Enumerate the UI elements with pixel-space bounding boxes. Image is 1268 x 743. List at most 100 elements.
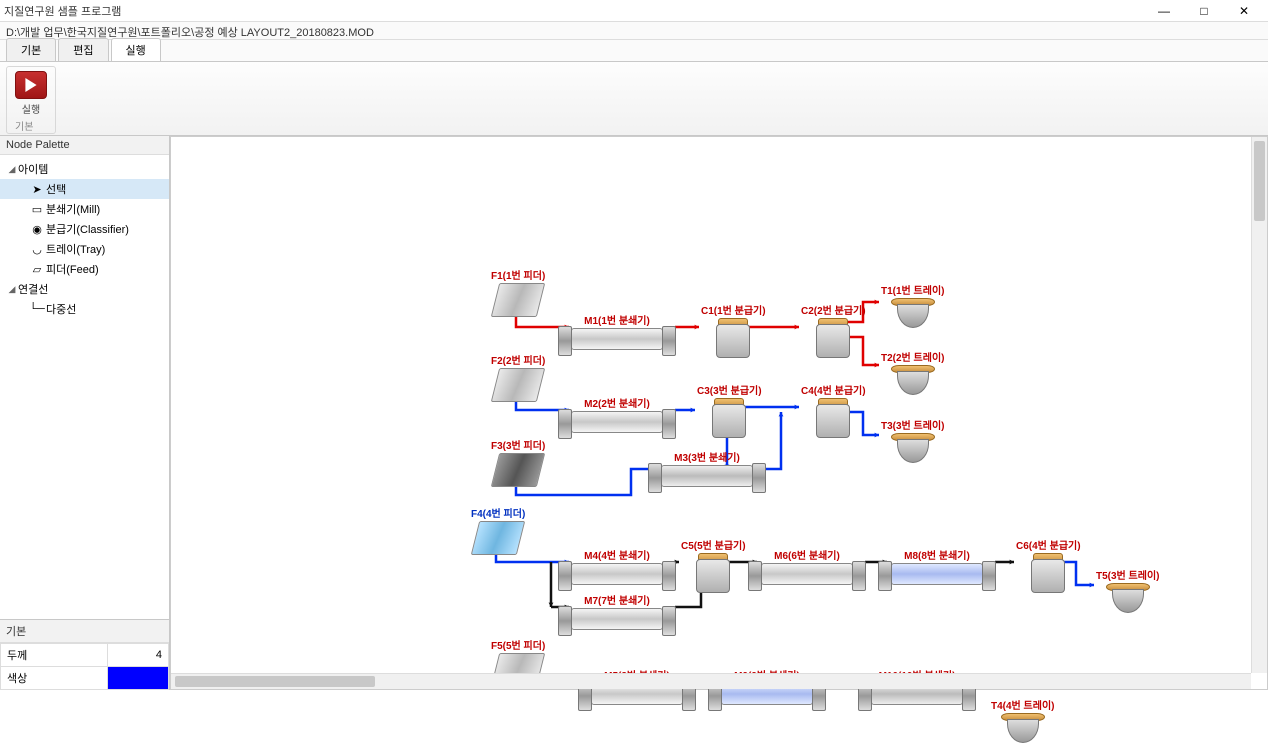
palette-item-선택[interactable]: ➤선택	[0, 179, 169, 199]
palette-item-피더(Feed)[interactable]: ▱피더(Feed)	[0, 259, 169, 279]
window-title: 지질연구원 샘플 프로그램	[4, 3, 1144, 19]
arrowhead-icon	[779, 412, 784, 416]
node-M2[interactable]: M2(2번 분쇄기)	[571, 395, 663, 433]
file-path-bar: D:\개발 업무\한국지질연구원\포트폴리오\공정 예상 LAYOUT2_201…	[0, 22, 1268, 40]
node-T1[interactable]: T1(1번 트레이)	[881, 282, 944, 328]
node-T2[interactable]: T2(2번 트레이)	[881, 349, 944, 395]
node-C1[interactable]: C1(1번 분급기)	[701, 302, 766, 358]
arrowhead-icon	[795, 405, 799, 410]
node-T3[interactable]: T3(3번 트레이)	[881, 417, 944, 463]
node-M1[interactable]: M1(1번 분쇄기)	[571, 312, 663, 350]
tree-group-아이템[interactable]: ◢아이템	[0, 159, 169, 179]
tab-기본[interactable]: 기본	[6, 38, 56, 61]
node-label: C1(1번 분급기)	[701, 302, 766, 317]
arrowhead-icon	[691, 408, 695, 413]
left-panel: Node Palette ◢아이템➤선택▭분쇄기(Mill)◉분급기(Class…	[0, 136, 170, 690]
arrowhead-icon	[875, 363, 879, 368]
node-label: F4(4번 피더)	[471, 505, 525, 520]
close-button[interactable]: ✕	[1224, 1, 1264, 21]
tray-icon	[891, 433, 935, 463]
node-label: M1(1번 분쇄기)	[584, 312, 650, 327]
tray-icon	[891, 298, 935, 328]
node-F2[interactable]: F2(2번 피더)	[491, 352, 545, 402]
mill-icon	[571, 608, 663, 630]
node-C6[interactable]: C6(4번 분급기)	[1016, 537, 1081, 593]
polyline-icon: └─	[28, 303, 46, 315]
expand-icon: ◢	[6, 284, 18, 295]
node-M3[interactable]: M3(3번 분쇄기)	[661, 449, 753, 487]
node-label: T4(4번 트레이)	[991, 697, 1054, 712]
scrollbar-thumb[interactable]	[1254, 141, 1265, 221]
node-label: M3(3번 분쇄기)	[674, 449, 740, 464]
tab-편집[interactable]: 편집	[58, 38, 108, 61]
node-C4[interactable]: C4(4번 분급기)	[801, 382, 866, 438]
node-label: T1(1번 트레이)	[881, 282, 944, 297]
classifier-icon	[712, 318, 754, 358]
mill-icon: ▭	[28, 203, 46, 216]
node-F4[interactable]: F4(4번 피더)	[471, 505, 525, 555]
node-label: F3(3번 피더)	[491, 437, 545, 452]
node-label: C6(4번 분급기)	[1016, 537, 1081, 552]
node-label: F5(5번 피더)	[491, 637, 545, 652]
node-label: T3(3번 트레이)	[881, 417, 944, 432]
ribbon-group-label: 기본	[15, 118, 33, 133]
node-C2[interactable]: C2(2번 분급기)	[801, 302, 866, 358]
node-label: C2(2번 분급기)	[801, 302, 866, 317]
node-C3[interactable]: C3(3번 분급기)	[697, 382, 762, 438]
node-label: M6(6번 분쇄기)	[774, 547, 840, 562]
classifier-icon: ◉	[28, 223, 46, 236]
arrowhead-icon	[875, 433, 879, 438]
property-grid-title: 기본	[0, 620, 169, 643]
ribbon: 실행 기본	[0, 62, 1268, 136]
run-button-label: 실행	[15, 101, 47, 116]
vertical-scrollbar[interactable]	[1251, 137, 1267, 673]
scrollbar-thumb[interactable]	[175, 676, 375, 687]
tree-group-연결선[interactable]: ◢연결선	[0, 279, 169, 299]
palette-item-분쇄기(Mill)[interactable]: ▭분쇄기(Mill)	[0, 199, 169, 219]
feeder-icon	[471, 521, 525, 555]
palette-title: Node Palette	[0, 136, 169, 155]
node-M8[interactable]: M8(8번 분쇄기)	[891, 547, 983, 585]
color-swatch[interactable]	[107, 667, 168, 690]
node-label: M8(8번 분쇄기)	[904, 547, 970, 562]
node-T4[interactable]: T4(4번 트레이)	[991, 697, 1054, 743]
window-titlebar: 지질연구원 샘플 프로그램 — □ ✕	[0, 0, 1268, 22]
palette-item-다중선[interactable]: └─다중선	[0, 299, 169, 319]
node-M7[interactable]: M7(7번 분쇄기)	[571, 592, 663, 630]
node-label: F1(1번 피더)	[491, 267, 545, 282]
palette-item-트레이(Tray)[interactable]: ◡트레이(Tray)	[0, 239, 169, 259]
run-button[interactable]	[15, 71, 47, 99]
classifier-icon	[708, 398, 750, 438]
node-F3[interactable]: F3(3번 피더)	[491, 437, 545, 487]
classifier-icon	[812, 318, 854, 358]
property-row-두께[interactable]: 두께4	[1, 644, 169, 667]
feeder-icon	[491, 283, 545, 317]
arrowhead-icon	[795, 325, 799, 330]
palette-item-분급기(Classifier)[interactable]: ◉분급기(Classifier)	[0, 219, 169, 239]
wire	[766, 412, 781, 469]
minimize-button[interactable]: —	[1144, 1, 1184, 21]
mill-icon	[571, 328, 663, 350]
property-row-색상[interactable]: 색상	[1, 667, 169, 690]
diagram-canvas[interactable]: F1(1번 피더) M1(1번 분쇄기) C1(1번 분급기) C2(2번 분급기) T…	[171, 137, 1267, 689]
canvas-area[interactable]: F1(1번 피더) M1(1번 분쇄기) C1(1번 분급기) C2(2번 분급기) T…	[170, 136, 1268, 690]
node-F1[interactable]: F1(1번 피더)	[491, 267, 545, 317]
node-label: T2(2번 트레이)	[881, 349, 944, 364]
arrowhead-icon	[1010, 560, 1014, 565]
node-label: T5(3번 트레이)	[1096, 567, 1159, 582]
arrowhead-icon	[875, 300, 879, 305]
maximize-button[interactable]: □	[1184, 1, 1224, 21]
horizontal-scrollbar[interactable]	[171, 673, 1251, 689]
tab-실행[interactable]: 실행	[111, 38, 161, 61]
node-T5[interactable]: T5(3번 트레이)	[1096, 567, 1159, 613]
node-M4[interactable]: M4(4번 분쇄기)	[571, 547, 663, 585]
node-M6[interactable]: M6(6번 분쇄기)	[761, 547, 853, 585]
node-label: C3(3번 분급기)	[697, 382, 762, 397]
ribbon-tabs: 기본편집실행	[0, 40, 1268, 62]
node-C5[interactable]: C5(5번 분급기)	[681, 537, 746, 593]
mill-icon	[571, 411, 663, 433]
node-label: F2(2번 피더)	[491, 352, 545, 367]
tray-icon	[1001, 713, 1045, 743]
mill-icon	[661, 465, 753, 487]
node-label: M7(7번 분쇄기)	[584, 592, 650, 607]
